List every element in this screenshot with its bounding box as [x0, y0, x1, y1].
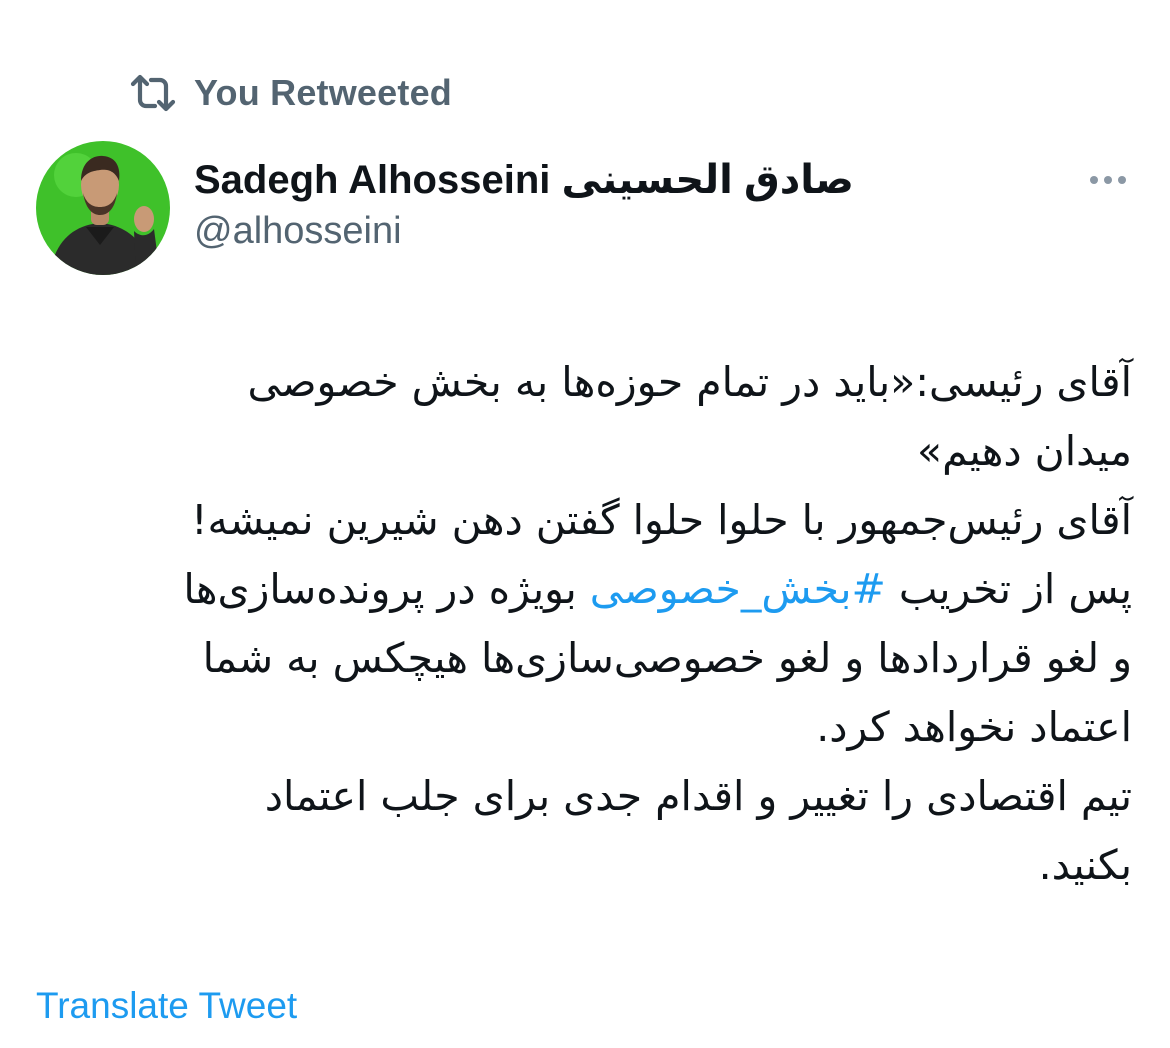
retweet-banner: You Retweeted [130, 70, 452, 116]
more-horizontal-icon [1104, 176, 1112, 184]
tweet-line: آقای رئیسی:«باید در تمام حوزه‌ها به بخش … [247, 358, 1132, 406]
author-display-name[interactable]: Sadegh Alhosseini صادق الحسینی [194, 157, 854, 203]
tweet-text-segment: بویژه در پرونده‌سازی‌ها [183, 565, 590, 613]
tweet-line: آقای رئیس‌جمهور با حلوا حلوا گفتن دهن شی… [191, 496, 1132, 544]
translate-tweet-link[interactable]: Translate Tweet [36, 985, 297, 1027]
tweet-text-segment: پس از تخریب [885, 565, 1132, 613]
author-handle[interactable]: @alhosseini [194, 210, 402, 253]
tweet-line: تیم اقتصادی را تغییر و اقدام جدی برای جل… [264, 772, 1132, 820]
retweet-label: You Retweeted [194, 72, 452, 113]
more-horizontal-icon [1090, 176, 1098, 184]
tweet-line: اعتماد نخواهد کرد. [816, 703, 1132, 751]
tweet-text: آقای رئیسی:«باید در تمام حوزه‌ها به بخش … [38, 348, 1132, 900]
more-horizontal-icon [1118, 176, 1126, 184]
tweet-line: بکنید. [1038, 841, 1132, 889]
retweet-icon [130, 73, 176, 113]
tweet-line: میدان دهیم» [916, 427, 1132, 475]
hashtag-link[interactable]: #بخش_خصوصی [590, 565, 886, 613]
avatar[interactable] [36, 141, 170, 275]
more-options-button[interactable] [1080, 164, 1136, 196]
tweet-line-with-hashtag: پس از تخریب #بخش_خصوصی بویژه در پرونده‌س… [38, 555, 1132, 624]
tweet-line: و لغو قراردادها و لغو خصوصی‌سازی‌ها هیچک… [202, 634, 1132, 682]
author-name-row: Sadegh Alhosseini صادق الحسینی [194, 152, 854, 208]
